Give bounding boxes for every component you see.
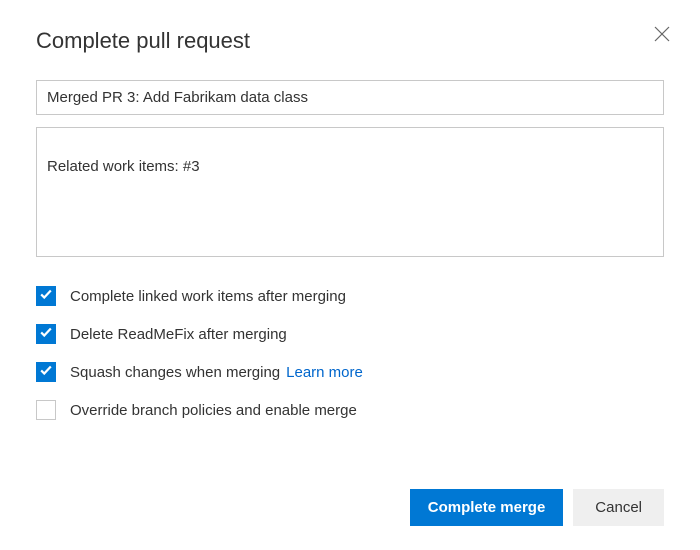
checkbox-delete-branch[interactable] [36,324,56,344]
cancel-button[interactable]: Cancel [573,489,664,526]
option-delete-branch: Delete ReadMeFix after merging [36,324,664,344]
checkbox-override-policies[interactable] [36,400,56,420]
option-label: Delete ReadMeFix after merging [70,326,287,343]
option-complete-work-items: Complete linked work items after merging [36,286,664,306]
check-icon [39,287,53,306]
complete-pr-dialog: Complete pull request Complete linked wo… [0,0,700,550]
learn-more-link[interactable]: Learn more [286,364,363,381]
option-override-policies: Override branch policies and enable merg… [36,400,664,420]
check-icon [39,363,53,382]
close-icon [654,29,670,46]
close-button[interactable] [654,26,670,47]
check-icon [39,325,53,344]
option-squash: Squash changes when merging Learn more [36,362,664,382]
checkbox-complete-work-items[interactable] [36,286,56,306]
merge-title-input[interactable] [36,80,664,115]
option-label: Override branch policies and enable merg… [70,402,357,419]
dialog-title: Complete pull request [36,28,664,54]
checkbox-squash[interactable] [36,362,56,382]
dialog-footer: Complete merge Cancel [410,489,664,526]
option-label: Complete linked work items after merging [70,288,346,305]
merge-description-textarea[interactable] [36,127,664,257]
complete-merge-button[interactable]: Complete merge [410,489,564,526]
option-label: Squash changes when merging [70,364,280,381]
